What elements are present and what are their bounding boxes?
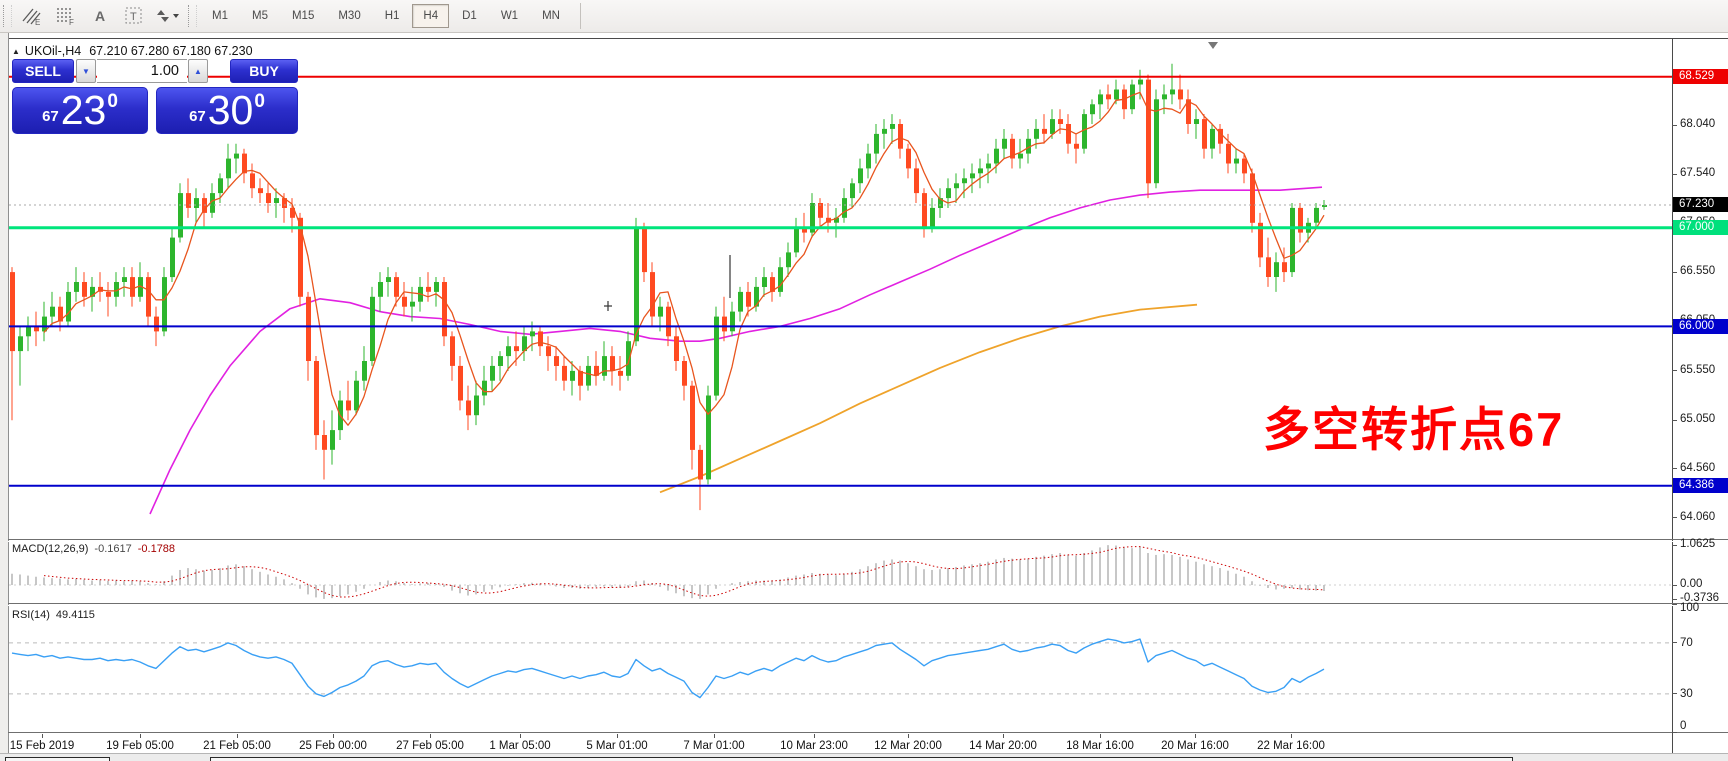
- time-tick-label: 7 Mar 01:00: [683, 740, 744, 752]
- price-tick-label: 68.040: [1680, 118, 1715, 130]
- time-tick-label: 1 Mar 05:00: [489, 740, 550, 752]
- rsi-tick-label: 0: [1680, 720, 1686, 732]
- time-tick-label: 21 Feb 05:00: [203, 740, 271, 752]
- price-tick-label: 65.550: [1680, 364, 1715, 376]
- buy-button[interactable]: BUY: [230, 59, 298, 83]
- rsi-tick-mark: [1672, 642, 1677, 643]
- time-tick-mark: [814, 734, 815, 738]
- price-tick-mark: [1672, 272, 1677, 273]
- time-tick-mark: [1100, 734, 1101, 738]
- time-tick-label: 25 Feb 00:00: [299, 740, 367, 752]
- chart-title: ▲ UKOil-,H4 67.210 67.280 67.180 67.230: [12, 44, 253, 58]
- price-tick-mark: [1672, 125, 1677, 126]
- bottom-tab-stub[interactable]: [210, 757, 1513, 761]
- time-tick-mark: [430, 734, 431, 738]
- rsi-value: 49.4115: [56, 609, 95, 621]
- price-badge: 64.386: [1673, 478, 1728, 493]
- time-tick-label: 10 Mar 23:00: [780, 740, 848, 752]
- time-tick-label: 12 Mar 20:00: [874, 740, 942, 752]
- mt4-window: E F A T M1M5M15: [0, 0, 1728, 761]
- collapse-arrow-icon[interactable]: ▲: [12, 47, 20, 56]
- bottom-tab-stub[interactable]: [5, 757, 110, 761]
- macd-tick-mark: [1672, 585, 1677, 586]
- price-tick-label: 64.560: [1680, 462, 1715, 474]
- time-tick-mark: [1003, 734, 1004, 738]
- time-tick-label: 19 Feb 05:00: [106, 740, 174, 752]
- time-tick-mark: [1291, 734, 1292, 738]
- time-tick-label: 5 Mar 01:00: [586, 740, 647, 752]
- price-tick-mark: [1672, 468, 1677, 469]
- price-tick-mark: [1672, 174, 1677, 175]
- time-tick-mark: [714, 734, 715, 738]
- rsi-tick-mark: [1672, 693, 1677, 694]
- time-tick-label: 20 Mar 16:00: [1161, 740, 1229, 752]
- price-tick-mark: [1672, 370, 1677, 371]
- rsi-tick-mark: [1672, 732, 1677, 733]
- time-tick-mark: [908, 734, 909, 738]
- ohlc-values: 67.210 67.280 67.180 67.230: [89, 44, 252, 58]
- time-tick-label: 15 Feb 2019: [10, 740, 75, 752]
- time-tick-mark: [237, 734, 238, 738]
- sell-price-sup: 0: [107, 91, 118, 113]
- one-click-trading-panel: SELL ▼ ▲ BUY 67 23 0 67 30 0: [10, 59, 300, 135]
- buy-price-tile[interactable]: 67 30 0: [156, 87, 298, 134]
- macd-tick-label: 0.00: [1680, 578, 1702, 590]
- macd-main-value: -0.1617: [94, 543, 131, 555]
- rsi-label: RSI(14)49.4115: [12, 609, 95, 621]
- time-tick-mark: [617, 734, 618, 738]
- symbol-period: UKOil-,H4: [25, 44, 81, 58]
- rsi-tick-label: 30: [1680, 688, 1693, 700]
- macd-tick-mark: [1672, 545, 1677, 546]
- macd-label: MACD(12,26,9)-0.1617-0.1788: [12, 543, 175, 555]
- price-tick-label: 64.060: [1680, 511, 1715, 523]
- time-tick-label: 27 Feb 05:00: [396, 740, 464, 752]
- time-tick-label: 22 Mar 16:00: [1257, 740, 1325, 752]
- volume-box: ▼ ▲: [76, 59, 208, 83]
- price-tick-label: 66.550: [1680, 265, 1715, 277]
- time-tick-mark: [42, 734, 43, 738]
- buy-price-sup: 0: [254, 91, 265, 113]
- price-badge: 67.000: [1673, 220, 1728, 235]
- time-tick-mark: [1195, 734, 1196, 738]
- macd-signal-value: -0.1788: [138, 543, 175, 555]
- price-tick-mark: [1672, 420, 1677, 421]
- time-tick-label: 14 Mar 20:00: [969, 740, 1037, 752]
- time-tick-mark: [140, 734, 141, 738]
- price-tick-label: 67.540: [1680, 167, 1715, 179]
- price-tick-label: 65.050: [1680, 413, 1715, 425]
- macd-tick-mark: [1672, 599, 1677, 600]
- chart-annotation-text: 多空转折点67: [1263, 391, 1564, 460]
- rsi-tick-mark: [1672, 604, 1677, 605]
- sell-price-prefix: 67: [42, 108, 59, 125]
- time-tick-mark: [520, 734, 521, 738]
- rsi-tick-label: 100: [1680, 602, 1699, 614]
- volume-decrease-button[interactable]: ▼: [76, 59, 96, 83]
- price-tick-mark: [1672, 517, 1677, 518]
- macd-tick-label: 1.0625: [1680, 538, 1715, 550]
- time-tick-label: 18 Mar 16:00: [1066, 740, 1134, 752]
- sell-price-big: 23: [61, 90, 107, 131]
- sell-price-tile[interactable]: 67 23 0: [12, 87, 148, 134]
- rsi-tick-label: 70: [1680, 637, 1693, 649]
- sell-button[interactable]: SELL: [12, 59, 74, 83]
- buy-price-big: 30: [208, 90, 254, 131]
- volume-increase-button[interactable]: ▲: [188, 59, 208, 83]
- buy-price-prefix: 67: [189, 108, 206, 125]
- price-badge: 68.529: [1673, 69, 1728, 84]
- price-badge: 67.230: [1673, 197, 1728, 212]
- volume-input[interactable]: [97, 59, 187, 83]
- price-badge: 66.000: [1673, 319, 1728, 334]
- time-tick-mark: [333, 734, 334, 738]
